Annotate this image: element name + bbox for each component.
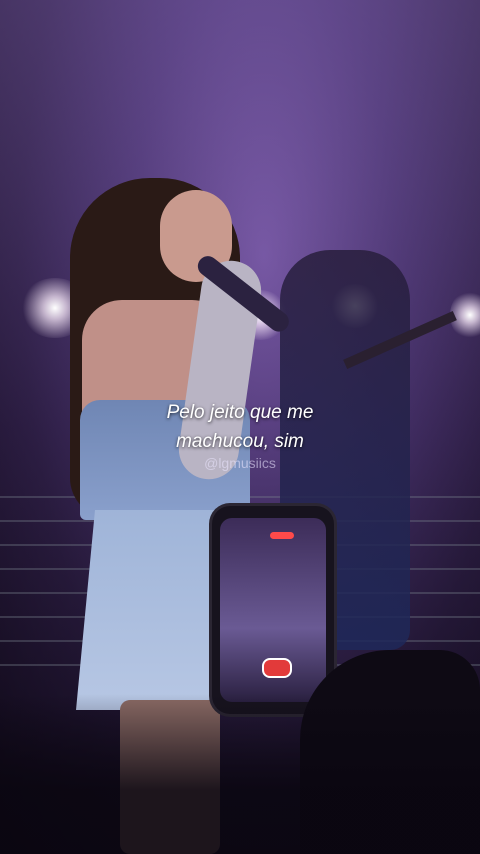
lyrics-line-1: Pelo jeito que me: [166, 402, 314, 423]
lyrics-caption: Pelo jeito que me machucou, sim: [0, 398, 480, 456]
audience-phone-screen: [220, 518, 326, 702]
audience-phone: [212, 506, 334, 714]
video-frame: Pelo jeito que me machucou, sim @lgmusii…: [0, 0, 480, 854]
lyrics-line-2: machucou, sim: [176, 431, 304, 452]
crowd-shadow: [0, 694, 480, 854]
watermark: @lgmusiics: [204, 455, 276, 471]
record-button-icon: [262, 658, 292, 678]
recording-indicator-icon: [270, 532, 294, 539]
